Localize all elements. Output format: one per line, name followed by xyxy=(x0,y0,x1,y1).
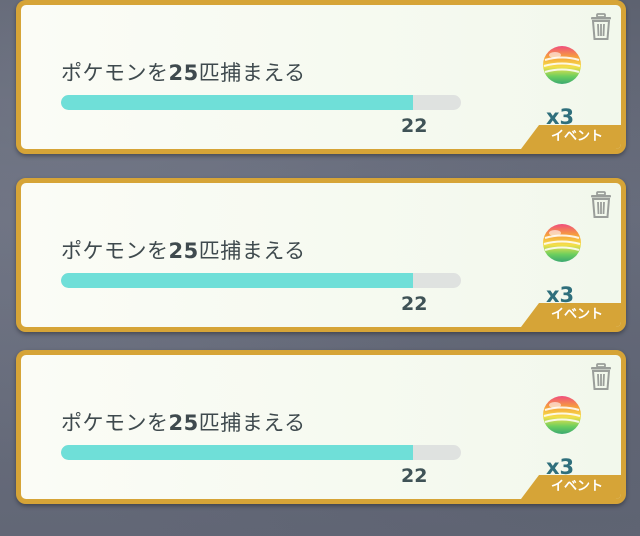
event-badge: イベント xyxy=(521,475,621,499)
rainbow-candy-icon xyxy=(543,46,581,84)
progress-bar xyxy=(61,445,461,460)
task-title-number: 25 xyxy=(168,239,199,263)
task-title-prefix: ポケモンを xyxy=(61,239,169,263)
task-title: ポケモンを25匹捕まえる xyxy=(61,57,306,87)
task-title-suffix: 匹捕まえる xyxy=(198,411,306,435)
progress-bar xyxy=(61,273,461,288)
trash-icon[interactable] xyxy=(589,363,613,391)
task-title-prefix: ポケモンを xyxy=(61,61,169,85)
progress-count: 22 xyxy=(401,465,428,487)
task-title-suffix: 匹捕まえる xyxy=(198,61,306,85)
progress-bar-fill xyxy=(61,273,413,288)
task-title-number: 25 xyxy=(168,61,199,85)
progress-bar-fill xyxy=(61,445,413,460)
rainbow-candy-icon xyxy=(543,224,581,262)
rainbow-candy-icon xyxy=(543,396,581,434)
task-title: ポケモンを25匹捕まえる xyxy=(61,235,306,265)
task-card[interactable]: ポケモンを25匹捕まえる 22 x3 イベント xyxy=(16,0,626,154)
event-badge: イベント xyxy=(521,303,621,327)
progress-count: 22 xyxy=(401,115,428,137)
task-title-prefix: ポケモンを xyxy=(61,411,169,435)
progress-count: 22 xyxy=(401,293,428,315)
task-title-number: 25 xyxy=(168,411,199,435)
task-title-suffix: 匹捕まえる xyxy=(198,239,306,263)
progress-bar-fill xyxy=(61,95,413,110)
progress-bar xyxy=(61,95,461,110)
trash-icon[interactable] xyxy=(589,191,613,219)
task-title: ポケモンを25匹捕まえる xyxy=(61,407,306,437)
task-card[interactable]: ポケモンを25匹捕まえる 22 x3 イベント xyxy=(16,350,626,504)
event-badge: イベント xyxy=(521,125,621,149)
trash-icon[interactable] xyxy=(589,13,613,41)
task-card[interactable]: ポケモンを25匹捕まえる 22 x3 イベント xyxy=(16,178,626,332)
